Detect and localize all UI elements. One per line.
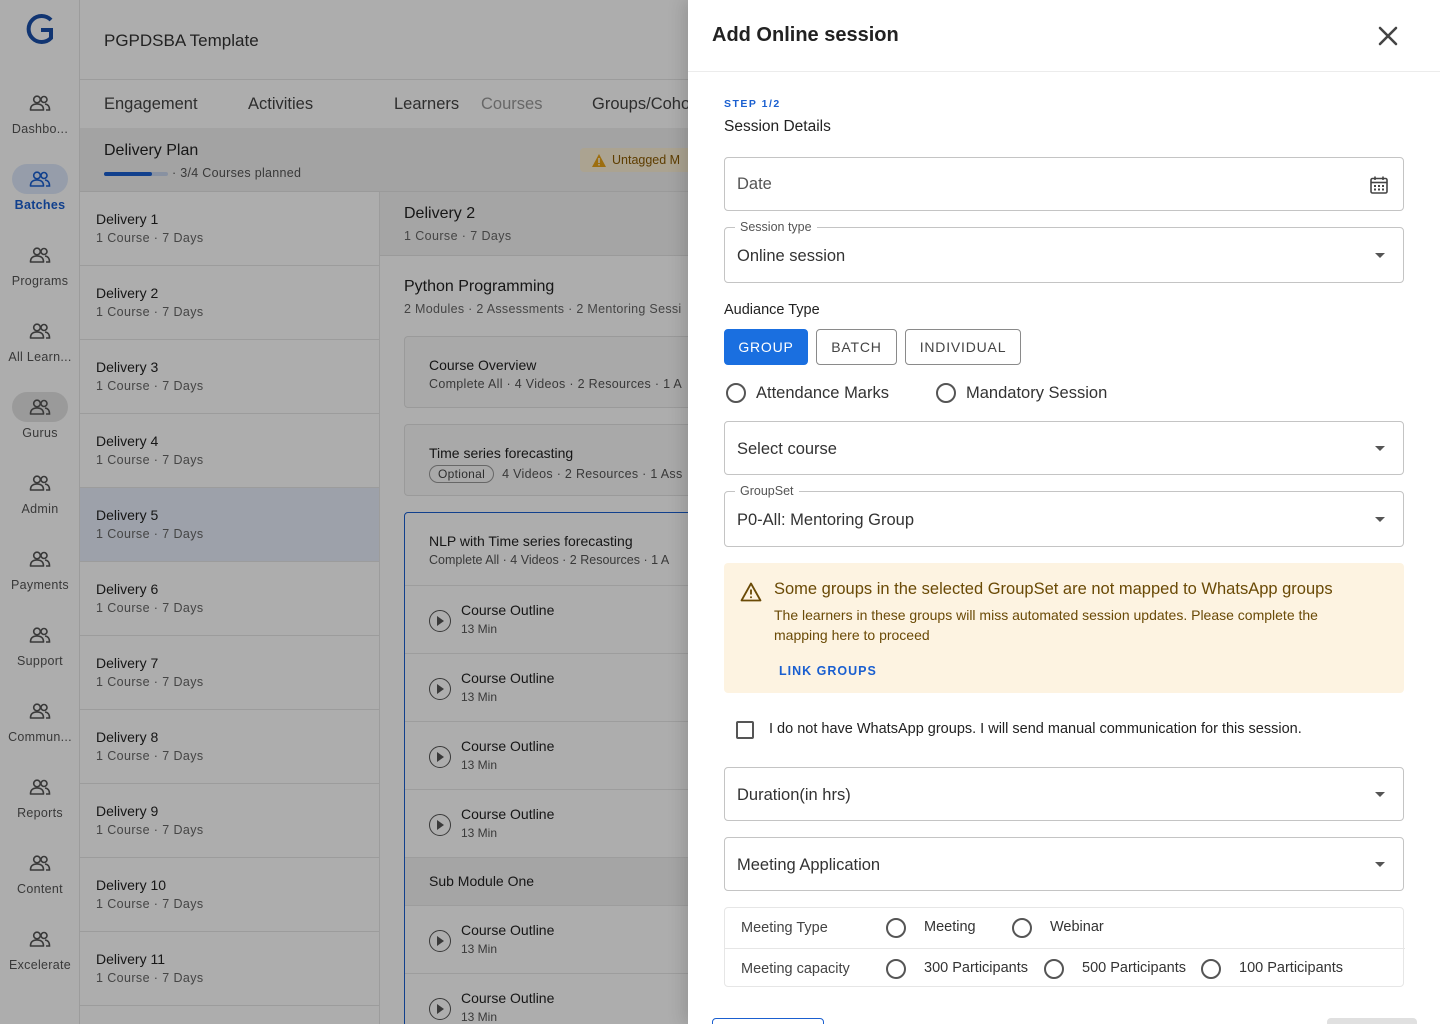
close-button[interactable] (1372, 20, 1404, 52)
capacity-300-label: 300 Participants (924, 960, 1028, 976)
drawer-title: Add Online session (712, 24, 899, 46)
duration-value: Duration(in hrs) (737, 786, 851, 804)
duration-select[interactable]: Duration(in hrs) (724, 767, 1404, 821)
meeting-radio[interactable] (886, 918, 906, 938)
capacity-100-label: 100 Participants (1239, 960, 1343, 976)
mandatory-label: Mandatory Session (966, 384, 1108, 402)
drawer-header: Add Online session (688, 0, 1440, 72)
session-type-value: Online session (737, 247, 846, 265)
attendance-label: Attendance Marks (756, 384, 889, 402)
close-icon (1378, 26, 1398, 46)
step-indicator: STEP 1/2 (724, 98, 781, 110)
add-session-drawer: Add Online session STEP 1/2 Session Deta… (688, 0, 1440, 1024)
course-select[interactable]: Select course (724, 421, 1404, 475)
section-title: Session Details (724, 118, 831, 135)
course-select-value: Select course (737, 440, 837, 458)
groupset-label: GroupSet (735, 484, 799, 498)
meeting-application-value: Meeting Application (737, 856, 881, 874)
individual-button[interactable]: INDIVIDUAL (905, 329, 1021, 365)
groupset-select[interactable]: GroupSet P0-All: Mentoring Group (724, 484, 1404, 547)
chevron-down-icon (1375, 862, 1385, 867)
webinar-radio[interactable] (1012, 918, 1032, 938)
manual-communication-checkbox[interactable] (736, 721, 754, 739)
capacity-300-radio[interactable] (886, 959, 906, 979)
chevron-down-icon (1375, 446, 1385, 451)
mandatory-radio[interactable] (936, 383, 956, 403)
session-type-label: Session type (735, 220, 817, 234)
warning-title: Some groups in the selected GroupSet are… (774, 580, 1333, 598)
capacity-100-radio[interactable] (1201, 959, 1221, 979)
warning-description: The learners in these groups will miss a… (774, 607, 1318, 643)
capacity-500-radio[interactable] (1044, 959, 1064, 979)
attendance-radio[interactable] (726, 383, 746, 403)
link-groups-button[interactable]: LINK GROUPS (779, 664, 877, 678)
group-button[interactable]: GROUP (724, 329, 808, 365)
meeting-options-table: Meeting Type Meeting Webinar Meeting cap… (724, 907, 1405, 988)
chevron-down-icon (1375, 517, 1385, 522)
groupset-value: P0-All: Mentoring Group (737, 511, 914, 529)
webinar-option-label: Webinar (1050, 919, 1104, 935)
meeting-type-label: Meeting Type (741, 920, 828, 936)
meeting-type-row: Meeting Type Meeting Webinar (725, 908, 1405, 948)
calendar-icon[interactable] (1369, 175, 1389, 195)
meeting-application-select[interactable]: Meeting Application (724, 837, 1404, 891)
next-button[interactable] (1327, 1018, 1417, 1024)
date-placeholder: Date (737, 175, 772, 193)
app-background: Dashbo... Batches Programs All Learn... Guru… (0, 0, 1440, 1024)
session-type-select[interactable]: Session type Online session (724, 220, 1404, 283)
batch-button[interactable]: BATCH (816, 329, 897, 365)
manual-communication-label: I do not have WhatsApp groups. I will se… (769, 721, 1302, 737)
audience-type-label: Audiance Type (724, 302, 820, 318)
capacity-500-label: 500 Participants (1082, 960, 1186, 976)
warning-icon (740, 582, 762, 602)
chevron-down-icon (1375, 792, 1385, 797)
back-button[interactable] (712, 1018, 824, 1024)
meeting-capacity-label: Meeting capacity (741, 961, 850, 977)
date-field[interactable]: Date (724, 157, 1404, 211)
chevron-down-icon (1375, 253, 1385, 258)
whatsapp-warning: Some groups in the selected GroupSet are… (724, 563, 1404, 693)
meeting-capacity-row: Meeting capacity 300 Participants 500 Pa… (725, 948, 1405, 988)
meeting-option-label: Meeting (924, 919, 976, 935)
